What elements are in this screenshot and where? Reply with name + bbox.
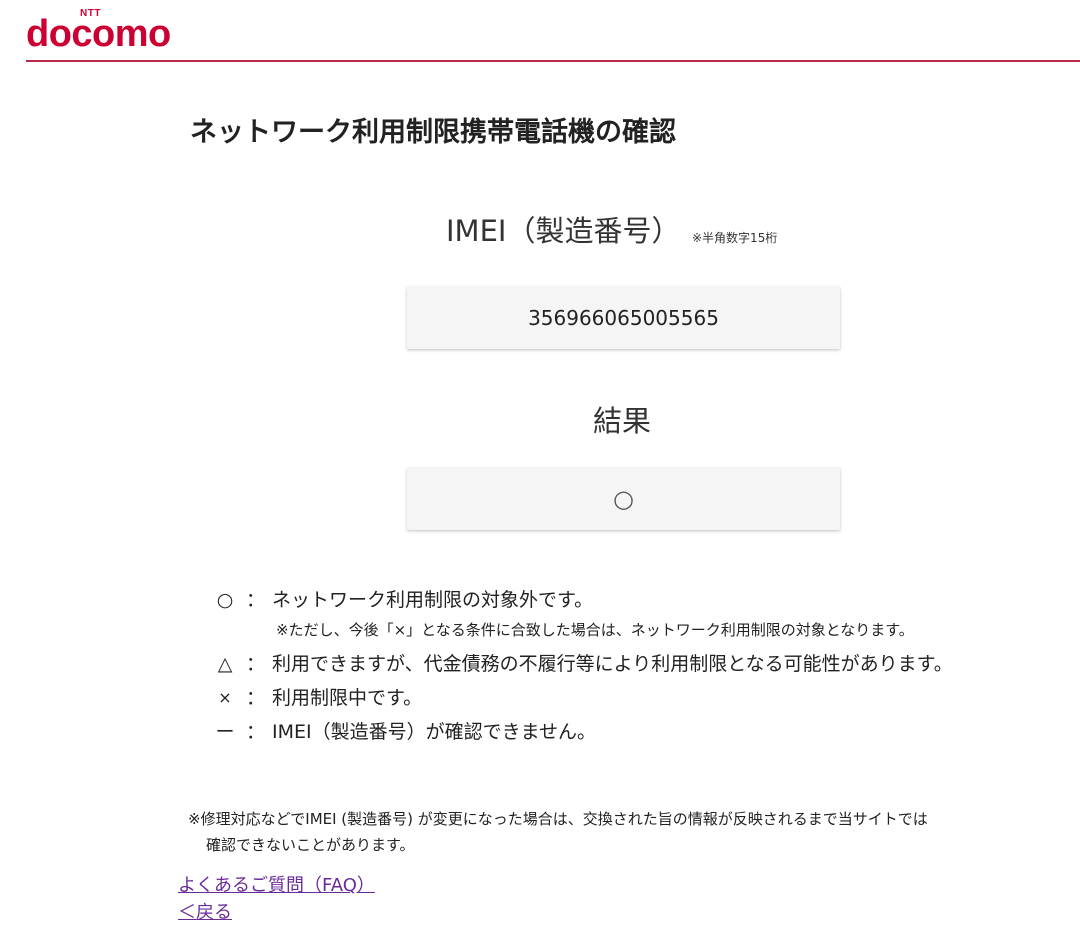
legend-text: IMEI（製造番号）が確認できません。 [272,721,597,743]
legend-colon: ： [246,687,266,709]
imei-format-note: ※半角数字15桁 [692,231,778,245]
repair-footnote: ※修理対応などでIMEI (製造番号) が変更になった場合は、交換された旨の情報… [188,806,1068,858]
logo-wordmark: docomo [26,13,171,55]
legend-text: 利用できますが、代金債務の不履行等により利用制限となる可能性があります。 [272,653,953,675]
imei-heading: IMEI（製造番号） [446,214,681,248]
legend-text: 利用制限中です。 [272,687,423,709]
footnote-line-2: 確認できないことがあります。 [206,836,415,854]
faq-link[interactable]: よくあるご質問（FAQ） [178,871,375,897]
page-title: ネットワーク利用制限携帯電話機の確認 [190,117,676,148]
back-link[interactable]: ＜戻る [178,898,232,924]
result-heading: 結果 [593,404,652,438]
triangle-symbol: △ [217,653,233,675]
result-value-box: ○ [407,468,840,530]
footnote-line-1: ※修理対応などでIMEI (製造番号) が変更になった場合は、交換された旨の情報… [188,810,928,828]
cross-symbol: × [218,688,232,707]
legend-colon: ： [246,589,266,611]
legend-colon: ： [246,721,266,743]
docomo-logo[interactable]: NTT docomo [26,8,216,55]
dash-symbol: ー [215,721,235,743]
circle-symbol: ○ [216,589,234,611]
header-divider [26,60,1080,62]
imei-value: 356966065005565 [528,306,719,330]
legend-subnote: ※ただし、今後「×」となる条件に合致した場合は、ネットワーク利用制限の対象となり… [276,621,914,639]
result-symbol: ○ [613,485,634,513]
site-header: NTT docomo [0,0,1080,62]
legend-colon: ： [246,653,266,675]
imei-value-box: 356966065005565 [407,287,840,349]
legend-text: ネットワーク利用制限の対象外です。 [272,589,594,611]
page: NTT docomo ネットワーク利用制限携帯電話機の確認 IMEI（製造番号）… [0,0,1080,951]
